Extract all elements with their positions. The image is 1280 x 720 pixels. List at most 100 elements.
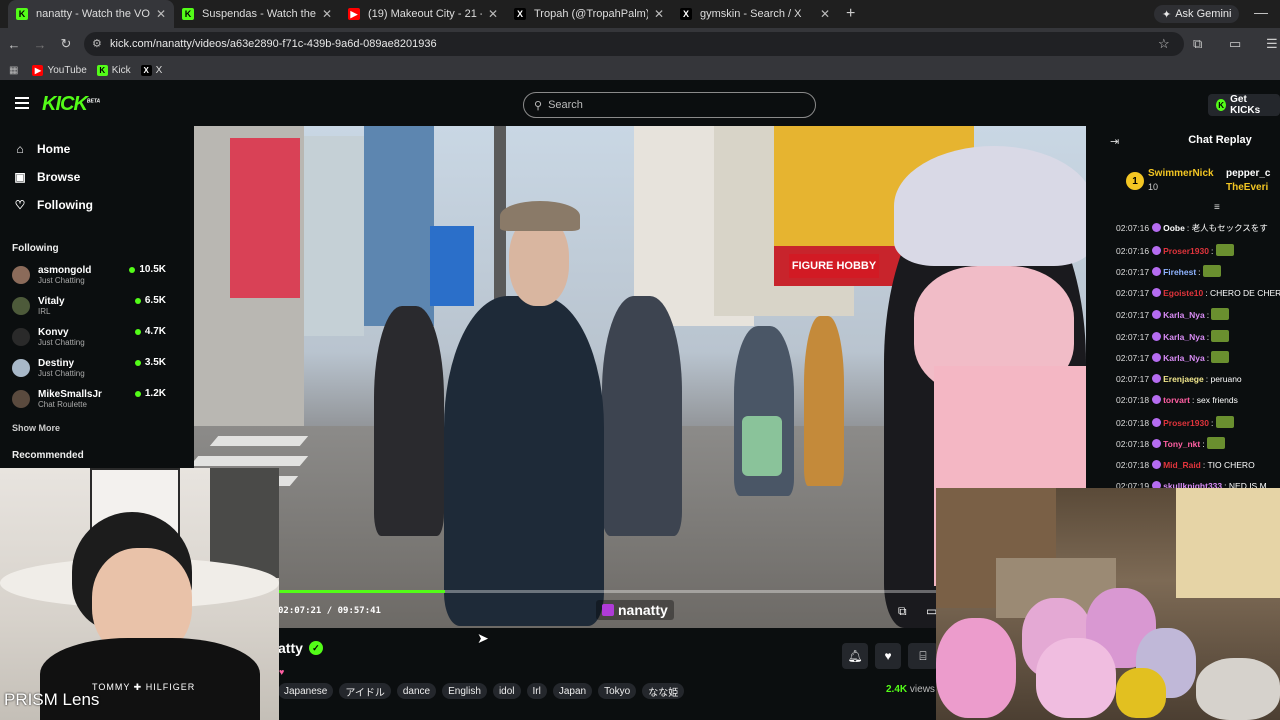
browser-tab[interactable]: Xgymskin - Search / X ✕ (672, 0, 838, 28)
close-tab-icon[interactable]: ✕ (820, 7, 830, 21)
category-tag[interactable]: Irl (526, 683, 547, 699)
bookmark-favicon-icon: X (140, 64, 152, 76)
channel-category: Just Chatting (38, 275, 85, 285)
chat-username[interactable]: Karla_Nya (1163, 332, 1205, 342)
site-info-icon[interactable]: ⚙ (92, 37, 102, 50)
forward-icon[interactable]: → (28, 37, 52, 52)
search-bar[interactable]: ⚲ Search (523, 92, 816, 118)
following-channel[interactable]: Destiny Just Chatting 3.5K (12, 355, 168, 381)
chat-username[interactable]: Karla_Nya (1163, 353, 1205, 363)
expand-gifters-icon[interactable]: ≡ (1214, 202, 1220, 213)
new-tab-button[interactable]: + (846, 5, 855, 23)
bookmark-item[interactable]: ▶ YouTube (32, 64, 87, 76)
close-tab-icon[interactable]: ✕ (322, 7, 332, 21)
bookmark-label: YouTube (47, 64, 87, 76)
close-tab-icon[interactable]: ✕ (156, 7, 166, 21)
reload-icon[interactable]: ↻ (54, 36, 78, 52)
bookmark-star-icon[interactable]: ☆ (1158, 36, 1170, 52)
gift-icon: ⌸ (919, 648, 927, 663)
chat-username[interactable]: Mid_Raid (1163, 460, 1201, 470)
nav-home[interactable]: ⌂ Home (14, 142, 70, 156)
sub-badge-icon (1152, 287, 1162, 297)
chat-username[interactable]: Firehest (1163, 267, 1196, 277)
get-kicks-button[interactable]: K Get KICKs (1208, 94, 1280, 116)
ask-gemini-button[interactable]: ✦ Ask Gemini (1154, 5, 1240, 23)
category-tag[interactable]: Japanese (278, 683, 334, 699)
tab-favicon-icon: X (514, 8, 526, 20)
show-more-button[interactable]: Show More (12, 423, 60, 433)
browser-tab[interactable]: Knanatty - Watch the VOD on Ki ✕ (8, 0, 174, 28)
category-tag[interactable]: Japan (552, 683, 593, 699)
second-gifter-name[interactable]: pepper_c (1226, 168, 1270, 179)
close-tab-icon[interactable]: ✕ (488, 7, 498, 21)
nav-browse[interactable]: ▣ Browse (14, 170, 80, 184)
bookmark-label: Kick (111, 64, 131, 76)
chat-message: 02:07:17 Karla_Nya: (1116, 308, 1280, 321)
browser-tab[interactable]: X Tropah (@TropahPalm) / X ✕ (506, 0, 672, 28)
channel-name[interactable]: atty (278, 640, 303, 656)
message-time: 02:07:17 (1116, 310, 1150, 320)
category-tag[interactable]: Tokyo (598, 683, 637, 699)
side-panel-icon[interactable]: ▭ (1229, 36, 1241, 52)
message-time: 02:07:17 (1116, 353, 1150, 363)
sub-badge-icon (1152, 310, 1162, 319)
third-gifter-name[interactable]: TheEveri (1226, 182, 1268, 193)
category-tag[interactable]: アイドル (339, 683, 391, 699)
following-channel[interactable]: asmongold Just Chatting 10.5K (12, 262, 168, 288)
chat-username[interactable]: Egoiste10 (1163, 288, 1203, 298)
extensions-icon[interactable]: ⧉ (1193, 36, 1202, 52)
menu-icon[interactable]: ☰ (1266, 36, 1278, 52)
bookmark-label: X (155, 64, 163, 76)
browser-tab[interactable]: K Suspendas - Watch the VOD or ✕ (174, 0, 340, 28)
category-tag[interactable]: dance (396, 683, 437, 699)
channel-category: Chat Roulette (38, 399, 87, 409)
chat-username[interactable]: Erenjaege (1163, 374, 1204, 384)
avatar (12, 390, 30, 408)
bookmark-item[interactable]: XX (140, 64, 163, 76)
notification-bell-button[interactable]: 🔔︎ (842, 643, 868, 669)
emote-icon (1206, 437, 1225, 449)
prism-lens-watermark: PRISM Lens (4, 690, 100, 709)
nav-home-label: Home (37, 142, 71, 156)
address-bar[interactable]: ⚙ kick.com/nanatty/videos/a63e2890-f71c-… (84, 32, 1184, 56)
sub-badge-icon (1152, 439, 1162, 448)
hamburger-menu-icon[interactable] (15, 97, 29, 109)
chat-username[interactable]: Tony_nkt (1163, 439, 1200, 449)
chat-username[interactable]: Proser1930 (1163, 418, 1209, 428)
avatar (12, 297, 30, 315)
back-icon[interactable]: ← (2, 37, 26, 52)
gift-sub-button[interactable]: ⌸ (908, 643, 938, 669)
chat-username[interactable]: Proser1930 (1163, 246, 1209, 256)
chat-panel: ⇥ Chat Replay 1 SwimmerNick 10 pepper_c … (1100, 126, 1280, 490)
sub-badge-icon (1152, 245, 1162, 255)
category-tag[interactable]: なな姫 (642, 683, 685, 699)
search-icon: ⚲ (534, 99, 543, 112)
kick-logo[interactable]: KICKBETA (42, 93, 100, 116)
follow-heart-button[interactable]: ♥ (875, 643, 901, 669)
emote-icon (1202, 265, 1221, 277)
following-section-title: Following (12, 243, 59, 254)
kick-badge-icon (602, 604, 614, 616)
message-time: 02:07:16 (1116, 223, 1150, 233)
following-channel[interactable]: MikeSmallsJr Chat Roulette 1.2K (12, 386, 168, 412)
chat-username[interactable]: torvart (1163, 395, 1190, 405)
message-time: 02:07:17 (1116, 287, 1150, 298)
minimize-window-icon[interactable]: — (1254, 4, 1268, 20)
category-tag[interactable]: idol (492, 683, 521, 699)
chat-username[interactable]: Oobe (1163, 223, 1185, 233)
miniplayer-icon[interactable]: ⧉ (898, 604, 907, 619)
apps-grid-icon[interactable]: ▦ (9, 65, 18, 76)
nav-following[interactable]: ♡ Following (14, 198, 93, 212)
category-tag[interactable]: English (442, 683, 487, 699)
channel-name: MikeSmallsJr (38, 388, 102, 400)
message-text: TIO CHERO (1207, 459, 1255, 470)
bookmark-item[interactable]: K Kick (96, 64, 131, 76)
message-time: 02:07:17 (1116, 373, 1150, 384)
close-tab-icon[interactable]: ✕ (654, 7, 664, 21)
following-channel[interactable]: Vitaly IRL 6.5K (12, 293, 168, 319)
top-gifter-name[interactable]: SwimmerNick (1148, 168, 1214, 179)
room-camera (936, 488, 1280, 720)
chat-username[interactable]: Karla_Nya (1163, 310, 1205, 320)
browser-tab[interactable]: ▶ (19) Makeout City - 21 - YouTu ✕ (340, 0, 506, 28)
following-channel[interactable]: Konvy Just Chatting 4.7K (12, 324, 168, 350)
